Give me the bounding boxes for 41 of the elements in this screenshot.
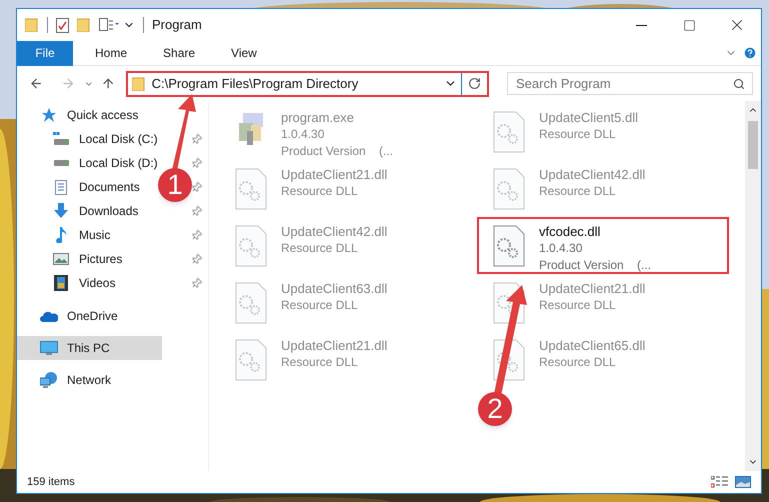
nav-item[interactable]: Pictures [17,247,162,271]
file-detail: Resource DLL [281,183,359,200]
nav-item[interactable]: Downloads [17,199,162,223]
file-name: program.exe [281,109,355,126]
file-item[interactable]: vfcodec.dll 1.0.4.30 Product Version (... [477,217,729,274]
file-name: UpdateClient21.dll [539,280,646,297]
file-detail: Resource DLL [539,183,617,200]
file-detail: Resource DLL [539,126,617,143]
file-name: UpdateClient65.dll [539,337,646,354]
file-detail: Resource DLL [539,297,617,314]
file-detail: Resource DLL [281,354,359,371]
file-name: UpdateClient21.dll [281,337,388,354]
ribbon-tab[interactable]: Share [149,40,210,66]
nav-item[interactable]: Quick access [17,103,162,127]
file-name: vfcodec.dll [539,223,602,240]
file-detail: 1.0.4.30 [281,126,326,143]
file-name: UpdateClient63.dll [281,280,388,297]
file-name: UpdateClient5.dll [539,109,638,126]
nav-item[interactable]: Music [17,223,162,247]
ribbon-tab[interactable]: View [217,40,271,66]
nav-item[interactable]: OneDrive [17,304,162,328]
item-count: 159 items [27,474,75,490]
nav-item[interactable]: This PC [17,336,162,360]
file-name: UpdateClient21.dll [281,166,388,183]
file-detail: 1.0.4.30 [539,240,584,257]
nav-item[interactable]: Network [17,368,162,392]
ribbon-tab[interactable]: File [17,40,73,66]
file-detail: Product Version (... [281,143,394,160]
address-bar[interactable]: C:\Program Files\Program Directory [126,70,490,96]
file-detail: Product Version (... [539,257,652,274]
file-detail: Resource DLL [539,354,617,371]
nav-item[interactable]: Videos [17,271,162,295]
file-detail: Resource DLL [281,240,359,257]
nav-item[interactable]: Local Disk (C:) [17,127,162,151]
ribbon-tab[interactable]: Home [81,40,142,66]
file-detail: Resource DLL [281,297,359,314]
window-title: Program [152,16,202,34]
file-name: UpdateClient42.dll [539,166,646,183]
search-field[interactable]: Search Program [507,72,754,95]
address-path: C:\Program Files\Program Directory [152,74,358,93]
file-name: UpdateClient42.dll [281,223,388,240]
